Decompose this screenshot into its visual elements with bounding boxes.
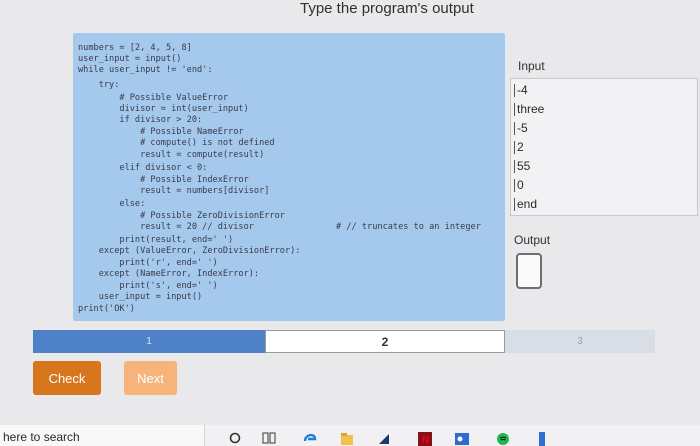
code-line: divisor = int(user_input) xyxy=(78,104,249,114)
code-line: try: xyxy=(78,80,120,90)
taskbar-search-box[interactable]: here to search xyxy=(0,425,205,446)
spotify-icon[interactable] xyxy=(496,430,510,446)
progress-bar: 1 2 3 xyxy=(33,330,655,353)
code-line: user_input = input() xyxy=(78,54,182,64)
input-value: 2 xyxy=(514,140,524,154)
code-line: print(result, end=' ') xyxy=(78,235,234,245)
code-line: # Possible IndexError xyxy=(78,175,249,185)
code-line: numbers = [2, 4, 5, 8] xyxy=(78,43,192,53)
code-line: elif divisor < 0: xyxy=(78,163,208,173)
progress-step-1[interactable]: 1 xyxy=(33,330,265,353)
cortana-icon[interactable] xyxy=(228,430,242,446)
code-line: else: xyxy=(78,199,146,209)
input-value: three xyxy=(513,102,545,116)
check-button[interactable]: Check xyxy=(33,361,101,395)
input-values-box: -4 three -5 2 55 0 end xyxy=(510,78,698,216)
next-button[interactable]: Next xyxy=(124,361,177,395)
code-line: # Possible ValueError xyxy=(78,93,229,103)
code-line: while user_input != 'end': xyxy=(78,65,213,75)
edge-browser-icon[interactable] xyxy=(303,430,317,446)
code-panel: numbers = [2, 4, 5, 8] user_input = inpu… xyxy=(73,33,505,321)
code-line: # Possible ZeroDivisionError xyxy=(78,211,285,221)
windows-taskbar: here to search N xyxy=(0,425,700,446)
code-line: if divisor > 20: xyxy=(78,115,203,125)
code-lines: numbers = [2, 4, 5, 8] user_input = inpu… xyxy=(73,33,505,321)
code-line: result = compute(result) xyxy=(78,150,265,160)
file-explorer-icon[interactable] xyxy=(340,430,354,446)
app-bar-icon[interactable] xyxy=(536,430,550,446)
code-comment: # // truncates to an integer xyxy=(336,222,481,232)
code-line: result = 20 // divisor xyxy=(78,222,254,232)
code-line: result = numbers[divisor] xyxy=(78,186,270,196)
page-title: Type the program's output xyxy=(300,0,474,17)
progress-step-2[interactable]: 2 xyxy=(265,330,505,353)
outlook-icon[interactable] xyxy=(455,430,469,446)
store-icon[interactable] xyxy=(377,430,391,446)
input-value: 55 xyxy=(513,159,531,173)
input-value: -4 xyxy=(514,83,528,97)
code-line: print('s', end=' ') xyxy=(78,281,218,291)
output-label: Output xyxy=(514,233,551,247)
code-line: except (NameError, IndexError): xyxy=(78,269,260,279)
netflix-icon[interactable]: N xyxy=(418,430,432,446)
code-line: print('r', end=' ') xyxy=(78,258,218,268)
code-line: except (ValueError, ZeroDivisionError): xyxy=(78,246,301,256)
input-label: Input xyxy=(518,59,545,73)
svg-text:N: N xyxy=(422,435,429,446)
progress-step-3[interactable]: 3 xyxy=(505,330,655,353)
code-line: user_input = input() xyxy=(78,292,203,302)
input-value: -5 xyxy=(514,121,528,135)
code-line: print('OK') xyxy=(78,304,135,314)
task-view-icon[interactable] xyxy=(262,430,276,446)
output-answer-field[interactable] xyxy=(516,253,542,289)
input-value: end xyxy=(513,197,538,211)
code-line: # Possible NameError xyxy=(78,127,244,137)
input-value: 0 xyxy=(514,178,524,192)
code-line: # compute() is not defined xyxy=(78,138,275,148)
